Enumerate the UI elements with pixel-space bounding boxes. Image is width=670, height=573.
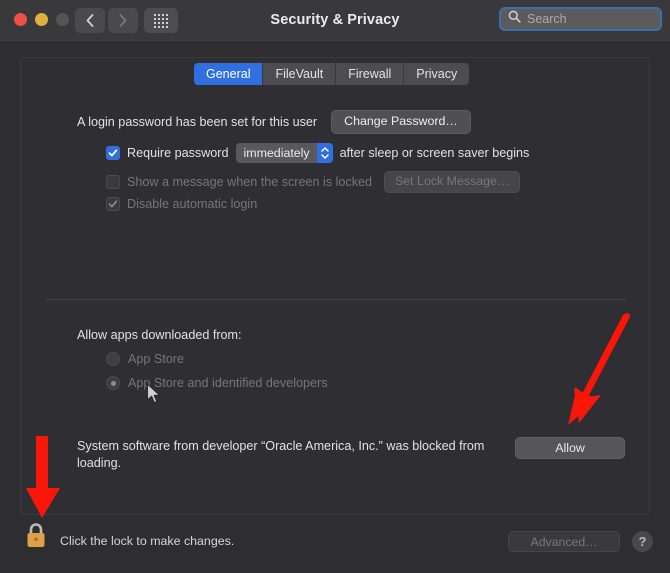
allow-apps-option-app-store: App Store <box>106 352 184 366</box>
app-store-radio-label: App Store <box>128 352 185 366</box>
search-input[interactable] <box>521 12 660 26</box>
require-password-label: Require password <box>127 146 229 160</box>
allow-apps-option-identified-developers: App Store and identified developers <box>106 376 328 390</box>
blocked-software-message: System software from developer “Oracle A… <box>77 439 485 470</box>
require-password-row: Require password immediately after sleep… <box>106 143 529 163</box>
tab-general[interactable]: General <box>194 63 264 85</box>
lock-closed-icon <box>23 523 49 555</box>
security-privacy-window: Security & Privacy General FileVault Fir… <box>0 0 670 573</box>
app-store-and-identified-developers-radio <box>106 376 120 390</box>
login-password-status-text: A login password has been set for this u… <box>77 114 318 129</box>
password-delay-value: immediately <box>243 146 310 160</box>
tab-filevault[interactable]: FileVault <box>263 63 337 85</box>
tab-bar: General FileVault Firewall Privacy <box>194 63 470 85</box>
window-titlebar: Security & Privacy <box>0 0 670 43</box>
advanced-button: Advanced… <box>508 531 620 552</box>
lock-button[interactable] <box>23 519 49 551</box>
show-lock-message-checkbox <box>106 174 120 189</box>
disable-automatic-login-label: Disable automatic login <box>127 197 258 211</box>
password-delay-stepper-icon[interactable] <box>316 143 333 163</box>
app-store-radio <box>106 352 120 366</box>
set-lock-message-button: Set Lock Message… <box>384 171 521 193</box>
search-icon <box>508 10 521 28</box>
show-lock-message-label: Show a message when the screen is locked <box>127 174 373 189</box>
search-field[interactable] <box>499 7 662 31</box>
allow-apps-heading: Allow apps downloaded from: <box>77 328 242 342</box>
password-delay-popup-button[interactable]: immediately <box>235 143 333 163</box>
disable-automatic-login-row: Disable automatic login <box>106 197 257 211</box>
change-password-button[interactable]: Change Password… <box>331 110 471 134</box>
allow-button[interactable]: Allow <box>515 437 625 459</box>
allow-apps-heading-row: Allow apps downloaded from: <box>77 328 242 342</box>
require-password-suffix-label: after sleep or screen saver begins <box>339 146 530 160</box>
section-divider <box>46 299 626 300</box>
help-button[interactable]: ? <box>632 531 653 552</box>
preferences-content-panel: General FileVault Firewall Privacy A log… <box>20 57 650 515</box>
radio-selected-dot <box>110 380 116 386</box>
require-password-checkbox[interactable] <box>106 146 120 160</box>
tab-firewall[interactable]: Firewall <box>336 63 405 85</box>
tab-privacy[interactable]: Privacy <box>404 63 470 85</box>
login-password-row: A login password has been set for this u… <box>77 110 471 134</box>
app-store-and-identified-developers-label: App Store and identified developers <box>128 376 328 390</box>
lock-caption: Click the lock to make changes. <box>60 534 235 548</box>
disable-automatic-login-checkbox <box>106 197 120 211</box>
show-lock-message-row: Show a message when the screen is locked… <box>106 171 521 193</box>
